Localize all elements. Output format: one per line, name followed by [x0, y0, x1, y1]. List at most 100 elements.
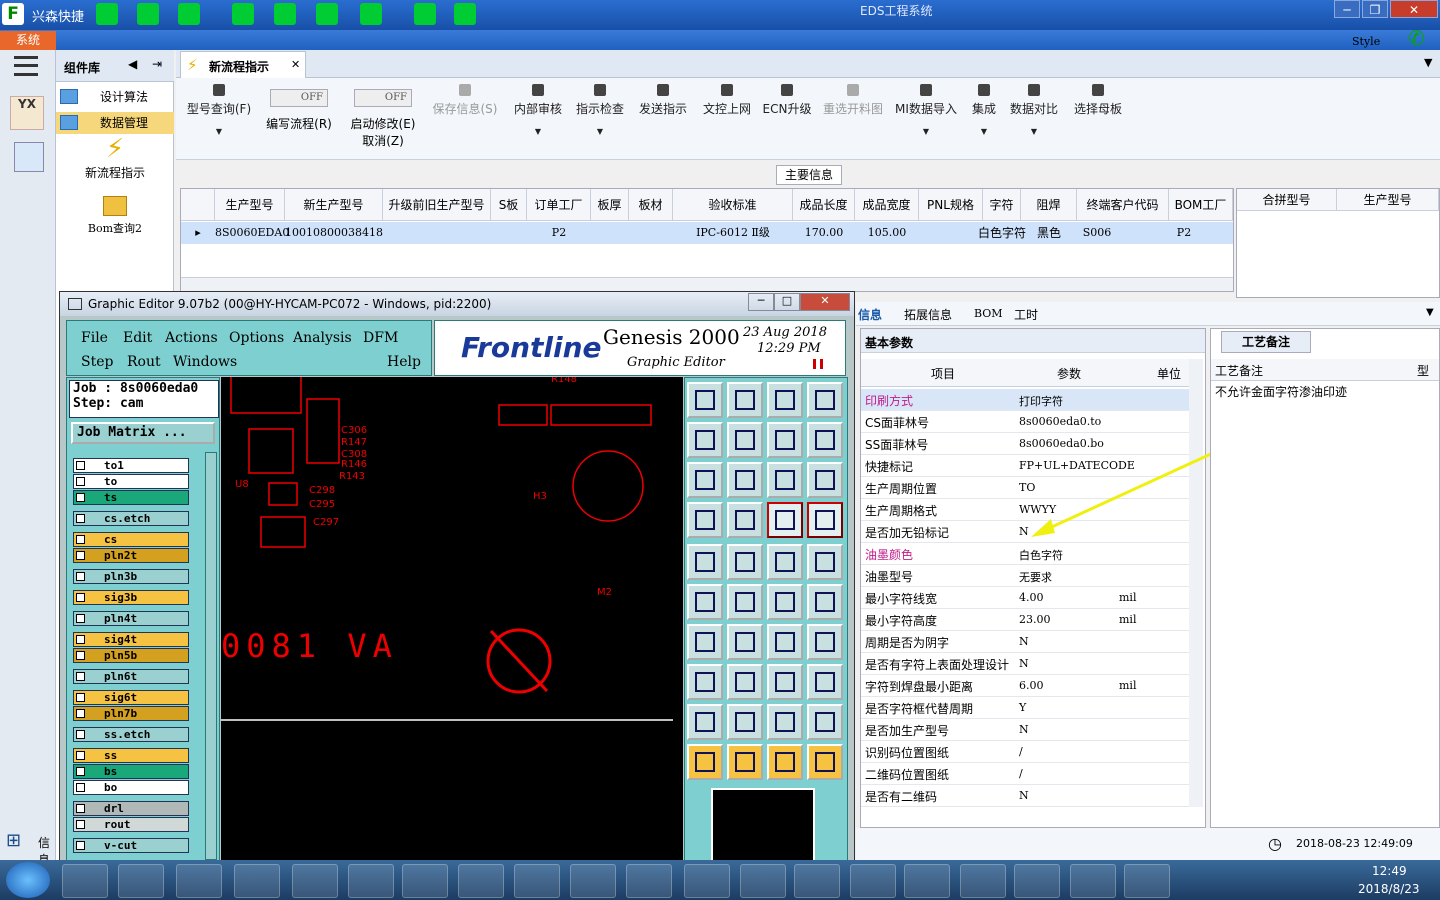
tab-extended-info[interactable]: 拓展信息 — [904, 306, 952, 323]
param-row[interactable]: CS面菲林号 8s0060eda0.to — [861, 411, 1189, 433]
pin-icon[interactable]: ⇥ — [152, 57, 162, 71]
tool-icon[interactable] — [807, 704, 843, 740]
tool-icon[interactable] — [727, 744, 763, 780]
layer-scrollbar[interactable] — [205, 452, 217, 860]
taskbar-app-icon[interactable] — [234, 864, 280, 898]
taskbar-app-icon[interactable] — [62, 864, 108, 898]
param-value[interactable]: 打印字符 — [1019, 393, 1063, 409]
factory-icon[interactable]: YX — [10, 96, 44, 130]
menu-analysis[interactable]: Analysis — [293, 330, 352, 346]
param-value[interactable]: 6.00 — [1019, 679, 1044, 692]
param-value[interactable]: N — [1019, 789, 1029, 802]
tool-icon[interactable] — [687, 382, 723, 418]
vertical-scrollbar[interactable] — [1189, 359, 1203, 807]
grid-header[interactable]: 生产型号 — [1337, 189, 1439, 211]
tool-icon[interactable] — [807, 584, 843, 620]
refresh-icon[interactable] — [137, 3, 159, 25]
remark-header[interactable]: 工艺备注 — [1215, 362, 1263, 379]
bom-query-tool[interactable]: Bom查询2 — [56, 196, 174, 246]
tool-icon[interactable] — [807, 744, 843, 780]
tools-icon[interactable] — [232, 3, 254, 25]
tool-icon[interactable] — [727, 462, 763, 498]
layer-row[interactable]: ss.etch — [73, 727, 189, 742]
tool-icon[interactable] — [767, 502, 803, 538]
grid-cell[interactable]: P2 — [527, 222, 591, 244]
taskbar-app-icon[interactable] — [740, 864, 786, 898]
grid-header[interactable]: 终端客户代码 — [1077, 189, 1169, 221]
grid-cell[interactable]: 170.00 — [793, 222, 855, 244]
tool-icon[interactable] — [727, 584, 763, 620]
check-instruction-button[interactable]: 指示检查 ▼ — [574, 84, 626, 136]
minimize-button[interactable]: ─ — [1334, 0, 1360, 18]
send-instruction-button[interactable]: 发送指示 — [636, 84, 690, 117]
layer-row[interactable]: pln3b — [73, 569, 189, 584]
collapse-left-icon[interactable]: ◀ — [128, 57, 137, 71]
tab-bom[interactable]: BOM — [974, 307, 1003, 320]
layer-checkbox[interactable] — [76, 693, 85, 702]
taskbar-app-icon[interactable] — [402, 864, 448, 898]
mi-import-button[interactable]: MI数据导入 ▼ — [894, 84, 958, 136]
layer-checkbox[interactable] — [76, 514, 85, 523]
grid-header[interactable]: 生产型号 — [215, 189, 285, 221]
layer-checkbox[interactable] — [76, 804, 85, 813]
param-row[interactable]: 识别码位置图纸 / — [861, 741, 1189, 763]
grid-cell[interactable]: 8S0060EDA0 — [215, 222, 289, 244]
grid-cell[interactable]: S006 — [1077, 222, 1117, 244]
layer-row[interactable]: pln6t — [73, 669, 189, 684]
tool-icon[interactable] — [727, 544, 763, 580]
reselect-cut-button[interactable]: 重选开料图 — [820, 84, 886, 117]
layer-row[interactable]: pln4t — [73, 611, 189, 626]
user-icon[interactable] — [414, 3, 436, 25]
horizontal-scrollbar[interactable] — [181, 277, 1233, 291]
job-matrix-button[interactable]: Job Matrix ... — [71, 422, 215, 444]
tool-icon[interactable] — [767, 422, 803, 458]
layer-row[interactable]: v-cut — [73, 838, 189, 853]
grid-cell[interactable]: IPC-6012 Ⅱ级 — [673, 222, 793, 244]
param-value[interactable]: 23.00 — [1019, 613, 1051, 626]
chevron-down-icon[interactable]: ▼ — [1426, 307, 1434, 318]
grid-header[interactable]: 板材 — [629, 189, 673, 221]
layer-checkbox[interactable] — [76, 767, 85, 776]
tab-info[interactable]: 信息 — [858, 306, 882, 323]
layer-row[interactable]: sig6t — [73, 690, 189, 705]
system-tab[interactable]: 系统 — [0, 31, 56, 50]
copy-icon[interactable] — [316, 3, 338, 25]
remark-text[interactable]: 不允许金面字符渗油印迹 — [1215, 383, 1347, 400]
menu-dfm[interactable]: DFM — [363, 330, 398, 346]
doc-online-button[interactable]: 文控上网 — [700, 84, 754, 117]
save-icon[interactable] — [274, 3, 296, 25]
menu-rout[interactable]: Rout — [127, 354, 161, 370]
tool-icon[interactable] — [767, 744, 803, 780]
grid-cell[interactable]: 黑色 — [1021, 222, 1077, 244]
layer-row[interactable]: to1 — [73, 458, 189, 473]
integrate-button[interactable]: 集成 ▼ — [968, 84, 1000, 136]
tool-icon[interactable] — [807, 624, 843, 660]
layer-row[interactable]: bs — [73, 764, 189, 779]
tool-icon[interactable] — [687, 744, 723, 780]
tool-icon[interactable] — [727, 382, 763, 418]
layer-checkbox[interactable] — [76, 709, 85, 718]
save-info-button[interactable]: 保存信息(S) — [430, 84, 500, 117]
param-value[interactable]: Y — [1019, 701, 1026, 714]
param-value[interactable]: N — [1019, 723, 1029, 736]
layer-row[interactable]: ts — [73, 490, 189, 505]
param-row[interactable]: 油墨型号 无要求 — [861, 565, 1189, 587]
param-row[interactable]: 是否有二维码 N — [861, 785, 1189, 807]
taskbar-app-icon[interactable] — [292, 864, 338, 898]
param-value[interactable]: / — [1019, 767, 1023, 780]
layer-checkbox[interactable] — [76, 493, 85, 502]
param-row[interactable]: 最小字符高度 23.00 mil — [861, 609, 1189, 631]
model-query-button[interactable]: 型号查询(F) ▼ — [184, 84, 254, 136]
param-row[interactable]: 是否有字符上表面处理设计 N — [861, 653, 1189, 675]
taskbar-app-icon[interactable] — [850, 864, 896, 898]
taskbar-app-icon[interactable] — [684, 864, 730, 898]
taskbar-app-icon[interactable] — [626, 864, 672, 898]
tool-icon[interactable] — [687, 544, 723, 580]
start-button[interactable] — [6, 862, 50, 898]
param-value[interactable]: 8s0060eda0.to — [1019, 415, 1101, 428]
taskbar-app-icon[interactable] — [1070, 864, 1116, 898]
tool-icon[interactable] — [767, 462, 803, 498]
layer-checkbox[interactable] — [76, 841, 85, 850]
layer-row[interactable]: cs — [73, 532, 189, 547]
select-mother-board-button[interactable]: 选择母板 — [1070, 84, 1126, 117]
